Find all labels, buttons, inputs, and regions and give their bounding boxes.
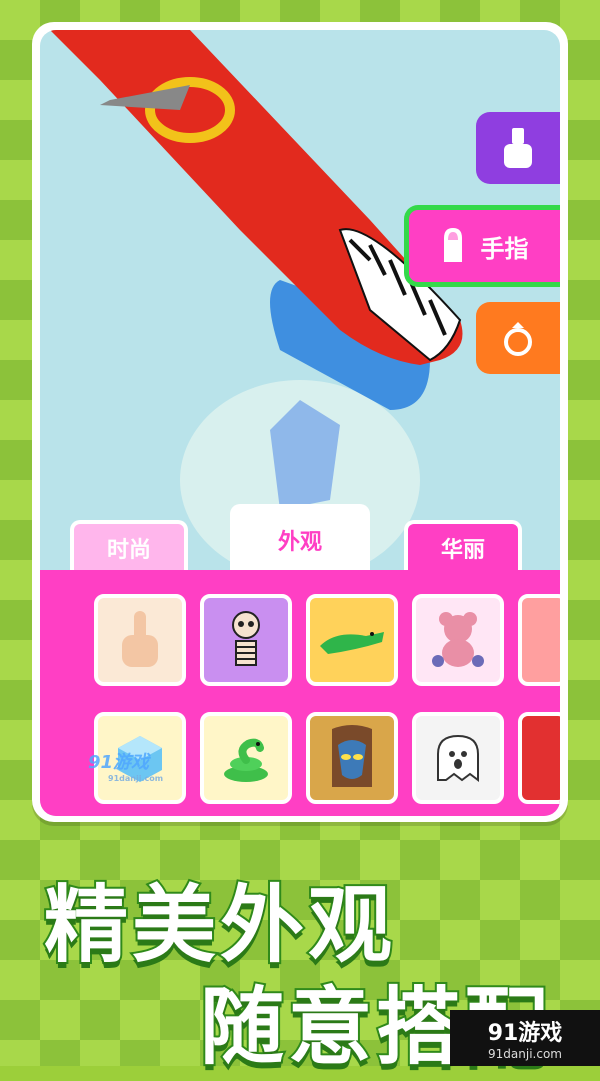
finger-button-label: 手指: [480, 234, 529, 263]
pointing-finger-icon: [122, 611, 158, 667]
watermark: 91游戏 91danji.com: [88, 748, 163, 783]
skeleton-icon: [232, 611, 260, 666]
nail-polish-icon: [504, 128, 532, 168]
nail-polish-button[interactable]: [476, 112, 560, 184]
watermark-main: 91游戏: [88, 752, 150, 773]
teddy-bear-icon: [432, 612, 484, 667]
ring-button[interactable]: [476, 302, 560, 374]
item-pointing-finger[interactable]: [94, 594, 186, 686]
finger-button[interactable]: 手指: [404, 205, 560, 287]
item-crocodile[interactable]: [306, 594, 398, 686]
game-screen: 手指 时尚 外观 华丽 91游戏 91danji.com: [40, 30, 560, 816]
item-partial-2[interactable]: [518, 712, 560, 804]
tab-gorgeous[interactable]: 华丽: [404, 520, 522, 572]
ring-icon: [504, 322, 532, 356]
brand-logo: 91游戏 91danji.com: [450, 1010, 600, 1066]
item-skeleton[interactable]: [200, 594, 292, 686]
tab-fashion[interactable]: 时尚: [70, 520, 188, 572]
finger-nail-icon: [443, 228, 462, 262]
brand-logo-sub: 91danji.com: [488, 1047, 562, 1061]
snake-icon: [224, 738, 268, 782]
watermark-sub: 91danji.com: [108, 774, 164, 783]
crocodile-icon: [320, 632, 384, 654]
finger-scene: [50, 30, 463, 570]
brand-logo-main: 91游戏: [487, 1021, 563, 1046]
item-partial-1[interactable]: [518, 594, 560, 686]
ghost-icon: [437, 734, 479, 782]
item-teddy-bear[interactable]: [412, 594, 504, 686]
item-ghost[interactable]: [412, 712, 504, 804]
alien-mask-icon: [332, 725, 372, 787]
item-alien-mask[interactable]: [306, 712, 398, 804]
item-snake[interactable]: [200, 712, 292, 804]
tab-look[interactable]: 外观: [230, 504, 370, 576]
